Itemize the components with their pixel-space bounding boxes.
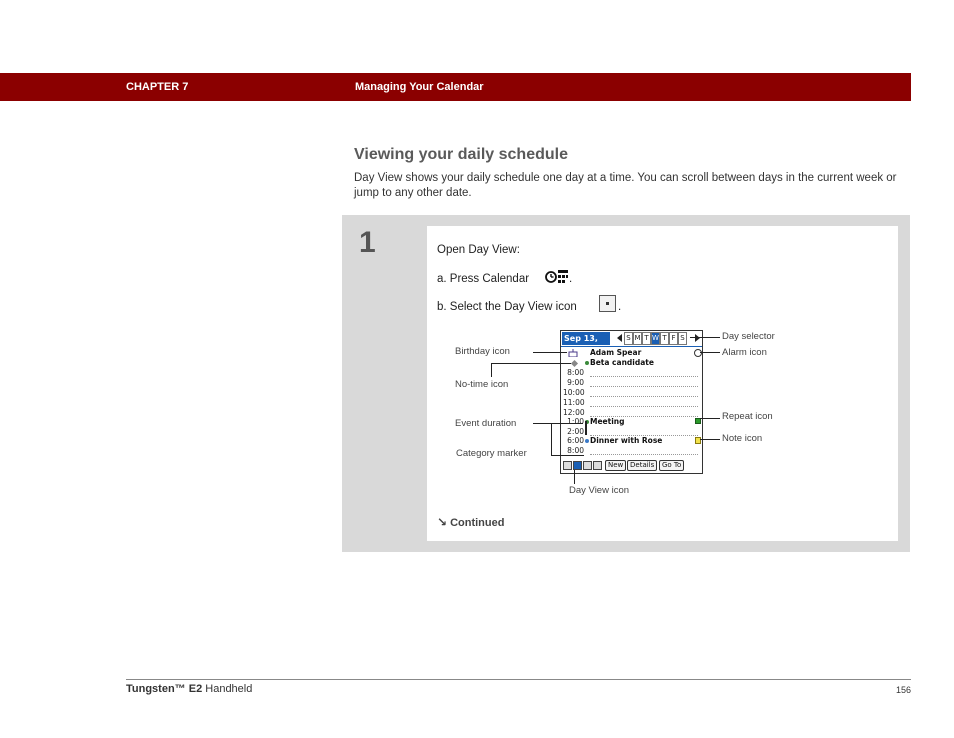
leader-line — [700, 439, 720, 440]
day-cell[interactable]: F — [669, 332, 678, 345]
new-button[interactable]: New — [605, 460, 627, 471]
callout-note-icon: Note icon — [722, 433, 763, 444]
callout-category-marker: Category marker — [456, 448, 527, 459]
time-label: 1:00 — [567, 417, 584, 426]
step-a-text: a. Press Calendar — [437, 273, 530, 285]
calendar-button-icon — [545, 270, 568, 283]
list-item[interactable]: Adam Spear — [561, 348, 702, 358]
chapter-header-bar: CHAPTER 7 Managing Your Calendar — [0, 73, 911, 101]
leader-line — [533, 423, 583, 424]
day-view-screenshot: Sep 13, 06 SMTWTFS Adam Spear Beta candi… — [560, 330, 703, 474]
time-label: 11:00 — [563, 398, 585, 407]
callout-event-duration: Event duration — [455, 418, 517, 429]
section-title: Viewing your daily schedule — [354, 146, 568, 163]
time-row-dinner[interactable]: 6:00 Dinner with Rose — [561, 436, 702, 446]
time-label: 6:00 — [567, 436, 584, 445]
step-a-end: . — [569, 273, 573, 285]
list-item[interactable]: Beta candidate — [561, 358, 702, 368]
continued-marker: ↘ Continued — [437, 515, 504, 529]
day-cell[interactable]: T — [642, 332, 651, 345]
event-meeting: Meeting — [590, 417, 625, 426]
arrow-down-right-icon: ↘ — [437, 515, 448, 529]
step-b-end: . — [618, 301, 622, 313]
time-row[interactable]: 10:00 — [561, 388, 702, 398]
time-row[interactable]: 9:00 — [561, 378, 702, 388]
day-view-button-icon — [599, 295, 616, 312]
day-cell[interactable]: T — [660, 332, 669, 345]
leader-line — [533, 352, 567, 353]
day-selector[interactable]: SMTWTFS — [624, 332, 687, 345]
day-cell[interactable]: S — [678, 332, 687, 345]
category-dot-icon — [585, 361, 589, 365]
month-view-icon[interactable] — [593, 461, 602, 470]
continued-label: Continued — [450, 517, 505, 529]
leader-line — [551, 455, 584, 456]
day-cell[interactable]: S — [624, 332, 633, 345]
leader-line — [700, 418, 720, 419]
footer-product: Tungsten™ E2 Handheld — [126, 683, 252, 695]
leader-line — [700, 352, 720, 353]
product-suffix: Handheld — [202, 683, 253, 695]
step-number: 1 — [359, 226, 376, 259]
time-label: 8:00 — [567, 368, 584, 377]
time-row-meeting[interactable]: 1:00 Meeting — [561, 417, 702, 427]
bottom-toolbar: New Details Go To — [561, 459, 702, 473]
leader-line — [491, 363, 571, 364]
list-view-icon[interactable] — [563, 461, 572, 470]
product-name: Tungsten™ E2 — [126, 683, 203, 695]
details-button[interactable]: Details — [627, 460, 658, 471]
header-divider — [561, 346, 702, 347]
callout-notime-icon: No-time icon — [455, 379, 509, 390]
step-b-text: b. Select the Day View icon — [437, 301, 577, 313]
footer-divider — [126, 679, 911, 680]
step-lead: Open Day View: — [437, 244, 520, 256]
category-dot-icon — [585, 439, 589, 443]
time-label: 9:00 — [567, 378, 584, 387]
date-tab[interactable]: Sep 13, 06 — [562, 332, 610, 356]
event-dinner: Dinner with Rose — [590, 436, 663, 445]
next-week-arrow-icon[interactable] — [695, 334, 700, 342]
event-birthday: Adam Spear — [590, 348, 642, 357]
chapter-label: CHAPTER 7 — [126, 81, 189, 93]
goto-button[interactable]: Go To — [659, 460, 685, 471]
section-intro: Day View shows your daily schedule one d… — [354, 172, 897, 199]
prev-week-arrow-icon[interactable] — [617, 334, 622, 342]
week-view-icon[interactable] — [583, 461, 592, 470]
callout-birthday-icon: Birthday icon — [455, 346, 510, 357]
time-label: 10:00 — [563, 388, 585, 397]
alarm-icon — [694, 349, 702, 357]
event-notime: Beta candidate — [590, 358, 654, 367]
leader-line — [491, 363, 492, 377]
callout-alarm-icon: Alarm icon — [722, 347, 767, 358]
time-row[interactable]: 8:00 — [561, 368, 702, 378]
callout-day-selector: Day selector — [722, 331, 775, 342]
leader-line — [574, 470, 575, 484]
leader-line — [551, 424, 552, 455]
chapter-title: Managing Your Calendar — [355, 81, 484, 93]
page-number: 156 — [895, 685, 911, 695]
day-cell[interactable]: W — [651, 332, 660, 345]
callout-day-view-icon: Day View icon — [569, 485, 630, 496]
time-row[interactable]: 11:00 — [561, 398, 702, 408]
day-cell[interactable]: M — [633, 332, 642, 345]
day-view-icon[interactable] — [573, 461, 582, 470]
leader-line — [690, 337, 720, 338]
callout-repeat-icon: Repeat icon — [722, 411, 773, 422]
